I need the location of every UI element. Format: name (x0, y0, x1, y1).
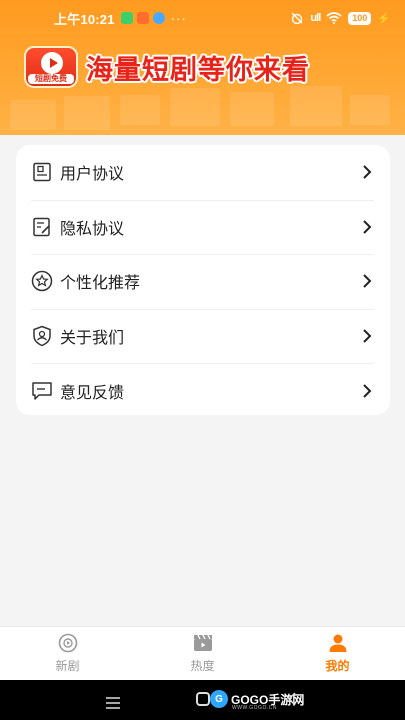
status-time: 上午10:21 (54, 11, 115, 27)
menu-item-label: 隐私协议 (60, 218, 125, 238)
menu-item-user-agreement[interactable]: 用户协议 (16, 145, 390, 200)
chevron-right-icon (360, 274, 374, 289)
notification-icons (120, 12, 165, 24)
tab-label: 热度 (190, 659, 215, 673)
menu-item-feedback[interactable]: 意见反馈 (16, 363, 390, 418)
privacy-icon (31, 216, 53, 238)
charging-icon: ⚡ (377, 12, 391, 25)
menu-item-label: 用户协议 (60, 164, 125, 184)
alarm-off-icon (291, 12, 303, 24)
chevron-right-icon (360, 329, 374, 343)
logo-text: 短剧免费 (28, 74, 74, 84)
status-bar: 上午10:21 ··· ull 100 ⚡ (0, 0, 405, 36)
menu-item-privacy[interactable]: 隐私协议 (16, 199, 390, 255)
menu-item-label: 意见反馈 (60, 382, 125, 402)
app-notification-icon (120, 12, 133, 24)
more-notifications-icon: ··· (170, 10, 187, 26)
person-icon (327, 633, 349, 653)
battery-icon: 100 (348, 11, 372, 25)
play-disc-icon (57, 633, 79, 653)
chevron-right-icon (360, 220, 374, 234)
watermark-logo: G (210, 690, 228, 708)
menu-icon[interactable] (106, 694, 120, 713)
menu-item-label: 个性化推荐 (60, 273, 141, 293)
home-icon[interactable] (196, 692, 210, 706)
tab-label: 新剧 (55, 659, 80, 673)
bottom-tab-bar: 新剧 热度 我的 (0, 626, 405, 680)
header-banner: 上午10:21 ··· ull 100 ⚡ 短剧免费 海量短剧等你来看 (0, 0, 405, 135)
menu-item-label: 关于我们 (60, 328, 125, 348)
play-icon (41, 52, 63, 74)
status-right: ull 100 ⚡ (290, 11, 391, 25)
chevron-right-icon (360, 165, 374, 180)
watermark-subtext: WWW.GOGO.CN (232, 705, 277, 711)
shield-user-icon (31, 325, 53, 347)
star-icon (31, 270, 53, 292)
tab-new-drama[interactable]: 新剧 (0, 627, 135, 680)
wifi-icon (326, 12, 342, 24)
menu-item-personalized-recommendation[interactable]: 个性化推荐 (16, 254, 390, 309)
clapperboard-icon (192, 633, 214, 653)
settings-menu: 用户协议 隐私协议 个性化推荐 关于我们 意见反馈 (16, 145, 390, 415)
feedback-icon (31, 380, 53, 402)
signal-icon: ull (310, 12, 321, 24)
back-icon[interactable] (287, 692, 296, 710)
app-logo: 短剧免费 (24, 46, 78, 88)
chevron-right-icon (360, 383, 374, 398)
tab-label: 我的 (325, 659, 350, 673)
menu-item-about-us[interactable]: 关于我们 (16, 308, 390, 364)
mi-notification-icon (136, 12, 149, 24)
banner-slogan: 海量短剧等你来看 (86, 55, 310, 86)
tab-trending[interactable]: 热度 (135, 627, 270, 680)
user-agreement-icon (31, 161, 53, 183)
tab-mine[interactable]: 我的 (270, 627, 405, 680)
message-notification-icon (152, 12, 165, 24)
system-nav-bar: G GOGO手游网 WWW.GOGO.CN (0, 680, 405, 720)
